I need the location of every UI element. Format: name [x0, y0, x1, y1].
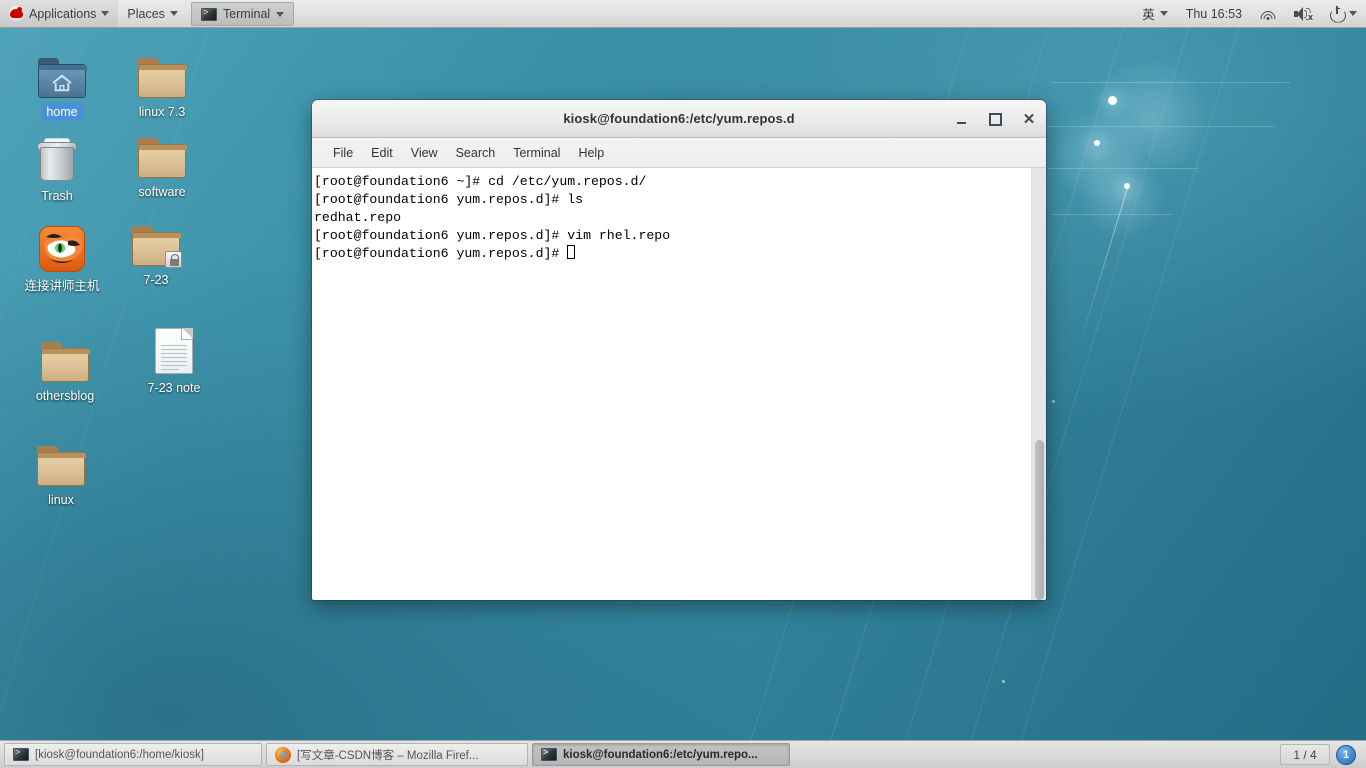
- taskbar-item-yum-repos-terminal[interactable]: kiosk@foundation6:/etc/yum.repo...: [532, 743, 790, 766]
- clock[interactable]: Thu 16:53: [1177, 0, 1251, 27]
- input-method-indicator[interactable]: 英: [1133, 0, 1177, 27]
- close-button[interactable]: ✕: [1020, 110, 1038, 128]
- redhat-logo-icon: [9, 6, 24, 21]
- desktop-icon-othersblog[interactable]: othersblog: [13, 330, 117, 405]
- home-folder-icon: [38, 46, 86, 98]
- menu-file[interactable]: File: [324, 143, 362, 163]
- terminal-output[interactable]: [root@foundation6 ~]# cd /etc/yum.repos.…: [312, 168, 1031, 600]
- volume-indicator[interactable]: x: [1285, 0, 1321, 27]
- taskbar-item-firefox[interactable]: [写文章-CSDN博客 – Mozilla Firef...: [266, 743, 528, 766]
- desktop-icon-label: 7-23 note: [143, 379, 206, 397]
- menu-search[interactable]: Search: [447, 143, 505, 163]
- speaker-muted-icon: x: [1294, 7, 1312, 21]
- tiger-face-glyph: [40, 227, 85, 272]
- window-controls: ✕: [952, 100, 1038, 138]
- firefox-icon: [275, 747, 291, 763]
- desktop-icon-label: othersblog: [31, 387, 99, 405]
- desktop-icon-software[interactable]: software: [110, 126, 214, 201]
- window-list-terminal-label: Terminal: [223, 7, 270, 21]
- chevron-down-icon: [276, 12, 284, 17]
- menu-help[interactable]: Help: [569, 143, 613, 163]
- taskbar-item-label: [kiosk@foundation6:/home/kiosk]: [35, 749, 204, 761]
- terminal-window[interactable]: kiosk@foundation6:/etc/yum.repos.d ✕ Fil…: [312, 100, 1046, 600]
- desktop-icon-label: linux 7.3: [134, 103, 191, 121]
- places-menu-label: Places: [127, 7, 165, 21]
- window-list-terminal-button[interactable]: Terminal: [191, 2, 294, 26]
- taskbar-item-label: kiosk@foundation6:/etc/yum.repo...: [563, 749, 758, 761]
- desktop-icon-label: software: [133, 183, 190, 201]
- desktop-icon-linux-7-3[interactable]: linux 7.3: [110, 46, 214, 121]
- system-menu[interactable]: [1321, 0, 1366, 27]
- chevron-down-icon: [1160, 11, 1168, 16]
- places-menu[interactable]: Places: [118, 0, 187, 27]
- top-panel-right: 英 Thu 16:53 x: [1133, 0, 1366, 27]
- network-indicator[interactable]: [1251, 0, 1285, 27]
- menu-view[interactable]: View: [402, 143, 447, 163]
- wallpaper-dot: [1108, 96, 1117, 105]
- chevron-down-icon: [1349, 11, 1357, 16]
- terminal-body[interactable]: [root@foundation6 ~]# cd /etc/yum.repos.…: [312, 168, 1046, 600]
- terminal-icon: [13, 748, 29, 761]
- trash-icon: [37, 130, 77, 182]
- chevron-down-icon: [101, 11, 109, 16]
- window-title: kiosk@foundation6:/etc/yum.repos.d: [563, 111, 794, 126]
- workspace-switcher[interactable]: 1 / 4: [1280, 744, 1330, 765]
- wallpaper-dot: [1052, 400, 1055, 403]
- applications-menu-label: Applications: [29, 7, 96, 21]
- scrollbar-thumb[interactable]: [1035, 440, 1044, 600]
- bottom-panel-right: 1 / 4 1: [1280, 744, 1362, 765]
- minimize-button[interactable]: [952, 110, 970, 128]
- desktop-icon-connect-teacher-host[interactable]: 连接讲师主机: [10, 220, 114, 295]
- power-icon: [1330, 7, 1344, 21]
- locked-folder-icon: [132, 214, 180, 266]
- terminal-icon: [201, 8, 217, 21]
- chevron-down-icon: [170, 11, 178, 16]
- desktop-icon-label: Trash: [36, 187, 78, 205]
- terminal-prompt: [root@foundation6 yum.repos.d]#: [314, 246, 567, 261]
- folder-icon: [41, 330, 89, 382]
- terminal-line: [root@foundation6 ~]# cd /etc/yum.repos.…: [314, 174, 646, 189]
- top-panel: Applications Places Terminal 英 Thu 16:53…: [0, 0, 1366, 28]
- desktop-icon-label: home: [41, 103, 82, 121]
- wallpaper-dot: [1094, 140, 1100, 146]
- maximize-button[interactable]: [986, 110, 1004, 128]
- terminal-line: [root@foundation6 yum.repos.d]# vim rhel…: [314, 228, 670, 243]
- wifi-icon: [1260, 7, 1276, 20]
- desktop-icon-7-23-note[interactable]: 7-23 note: [122, 322, 226, 397]
- document-icon: [155, 322, 193, 374]
- desktop-icon-label: 连接讲师主机: [19, 277, 104, 295]
- clock-label: Thu 16:53: [1186, 7, 1242, 21]
- house-glyph: [51, 74, 73, 92]
- taskbar-item-label: [写文章-CSDN博客 – Mozilla Firef...: [297, 747, 478, 763]
- tiger-app-icon: [39, 220, 85, 272]
- desktop-icon-linux[interactable]: linux: [9, 434, 113, 509]
- terminal-line: [root@foundation6 yum.repos.d]# ls: [314, 192, 583, 207]
- applications-menu[interactable]: Applications: [0, 0, 118, 27]
- input-method-label: 英: [1142, 4, 1155, 23]
- desktop-icon-label: 7-23: [138, 271, 173, 289]
- terminal-cursor: [567, 245, 575, 259]
- titlebar[interactable]: kiosk@foundation6:/etc/yum.repos.d ✕: [312, 100, 1046, 138]
- bottom-panel: [kiosk@foundation6:/home/kiosk] [写文章-CSD…: [0, 740, 1366, 768]
- menubar: File Edit View Search Terminal Help: [312, 138, 1046, 168]
- desktop-icon-home[interactable]: home: [10, 46, 114, 121]
- terminal-scrollbar[interactable]: [1031, 168, 1046, 600]
- notification-badge[interactable]: 1: [1336, 745, 1356, 765]
- desktop-icon-7-23[interactable]: 7-23: [104, 214, 208, 289]
- wallpaper-glow: [1078, 153, 1166, 241]
- menu-edit[interactable]: Edit: [362, 143, 402, 163]
- folder-icon: [37, 434, 85, 486]
- folder-icon: [138, 126, 186, 178]
- desktop-icon-trash[interactable]: Trash: [5, 130, 109, 205]
- desktop-icon-label: linux: [43, 491, 79, 509]
- folder-icon: [138, 46, 186, 98]
- menu-terminal[interactable]: Terminal: [504, 143, 569, 163]
- terminal-line: redhat.repo: [314, 210, 401, 225]
- terminal-icon: [541, 748, 557, 761]
- wallpaper-dot: [1002, 680, 1005, 683]
- taskbar-item-home-terminal[interactable]: [kiosk@foundation6:/home/kiosk]: [4, 743, 262, 766]
